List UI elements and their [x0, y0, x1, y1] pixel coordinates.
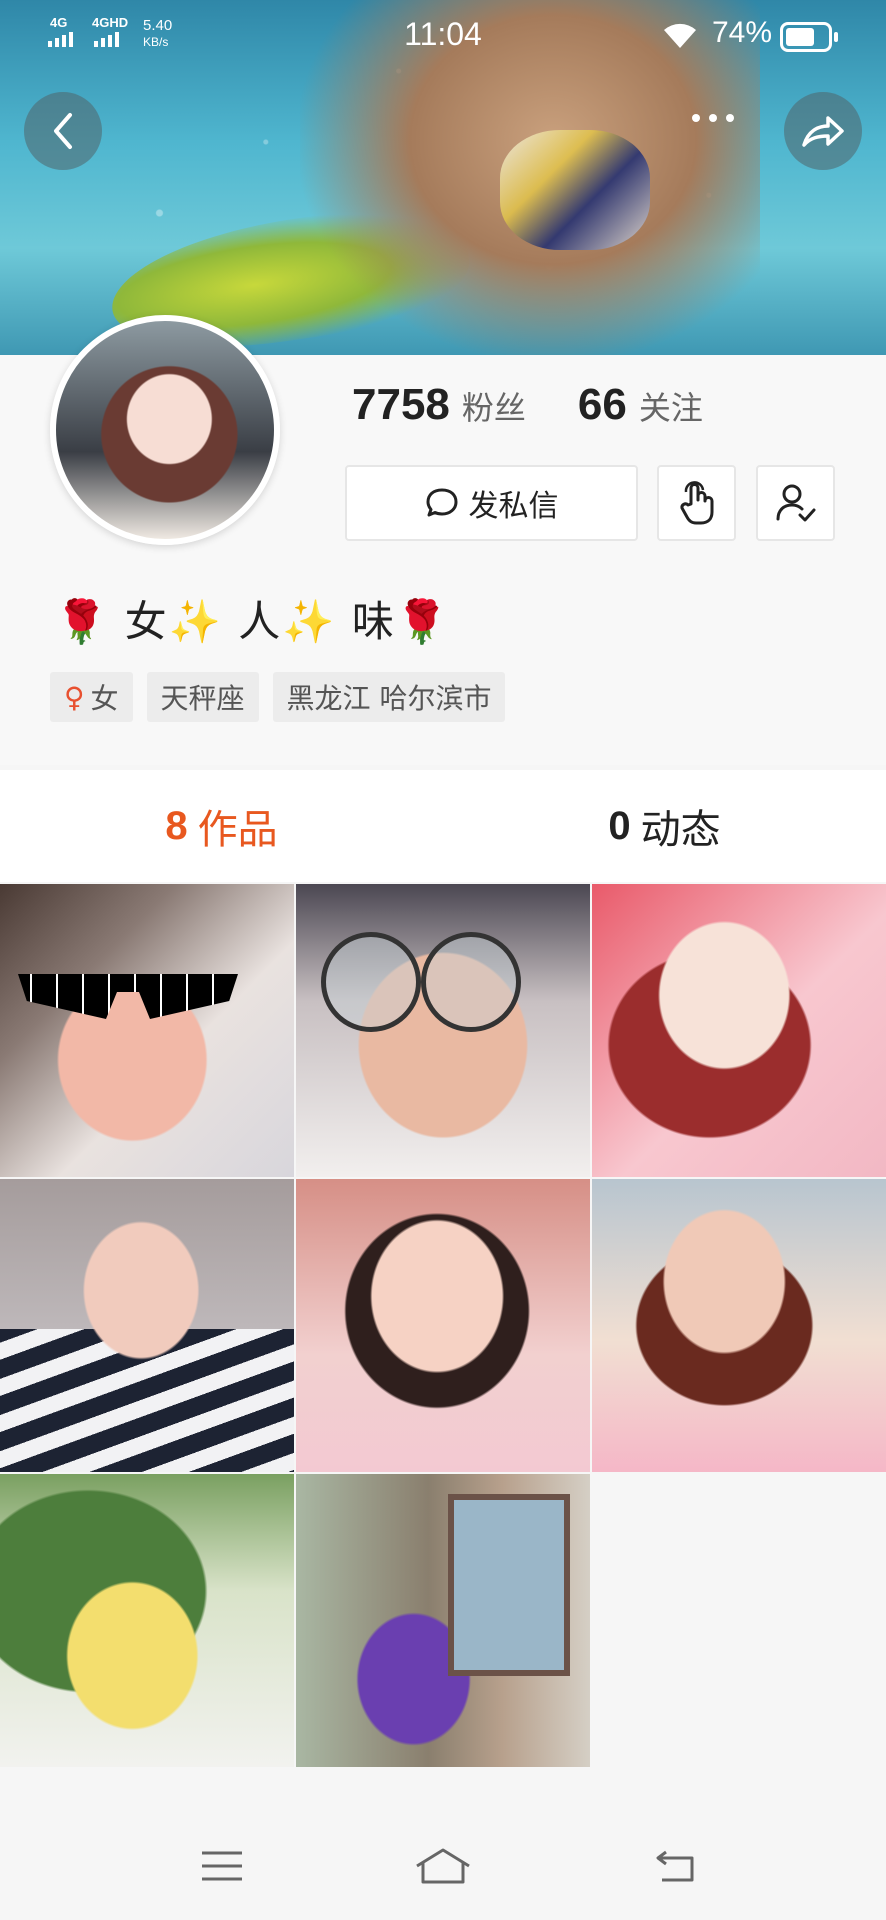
- back-return-icon: [656, 1850, 694, 1882]
- pixel-sunglasses: [18, 974, 238, 1019]
- home-button[interactable]: [413, 1838, 473, 1894]
- tab-moments[interactable]: 0 动态: [443, 770, 886, 882]
- hand-tap-icon: [679, 481, 713, 525]
- wifi-icon: [664, 23, 696, 48]
- menu-button[interactable]: [192, 1838, 252, 1894]
- avatar[interactable]: [50, 315, 280, 545]
- video-thumbnail[interactable]: [296, 1474, 590, 1767]
- video-thumbnail[interactable]: [0, 1474, 294, 1767]
- following-stat[interactable]: 66 关注: [578, 380, 703, 430]
- video-thumbnail[interactable]: [592, 884, 886, 1177]
- content-tabs: 8 作品 0 动态: [0, 770, 886, 882]
- tag-location: 黑龙江 哈尔滨市: [272, 672, 506, 722]
- nickname: 🌹 女✨ 人✨ 味🌹: [55, 597, 451, 646]
- video-thumbnail[interactable]: [0, 1179, 294, 1472]
- video-thumbnail[interactable]: [296, 1179, 590, 1472]
- more-button[interactable]: [692, 114, 734, 122]
- system-nav-bar: [0, 1810, 886, 1920]
- battery-percent: 74%: [712, 16, 773, 49]
- send-message-label: 发私信: [468, 489, 559, 524]
- video-thumbnail[interactable]: [296, 884, 590, 1177]
- following-count: 66: [577, 380, 627, 429]
- share-button[interactable]: [784, 92, 862, 170]
- video-thumbnail[interactable]: [592, 1179, 886, 1472]
- works-grid: [0, 884, 886, 1767]
- profile-stats: 7758 粉丝 66 关注: [352, 380, 703, 430]
- back-button[interactable]: [24, 92, 102, 170]
- tag-constellation: 天秤座: [146, 672, 259, 722]
- status-bar: 4G 4GHD 5.40 KB/s 11:04 74%: [0, 0, 886, 70]
- tag-gender: ♀ 女: [50, 672, 133, 722]
- chat-bubble-icon: [426, 488, 457, 517]
- share-arrow-icon: [802, 116, 844, 147]
- profile-tags: ♀ 女 天秤座 黑龙江 哈尔滨市: [50, 672, 506, 722]
- home-icon: [416, 1848, 470, 1884]
- cover-swimsuit: [500, 130, 650, 250]
- tab-works[interactable]: 8 作品: [0, 770, 443, 882]
- chevron-left-icon: [54, 113, 72, 149]
- cover-image[interactable]: 4G 4GHD 5.40 KB/s 11:04 74%: [0, 0, 886, 355]
- followers-label: 粉丝: [461, 389, 526, 427]
- video-thumbnail[interactable]: [0, 884, 294, 1177]
- back-nav-button[interactable]: [646, 1838, 706, 1894]
- send-message-button[interactable]: 发私信: [345, 465, 638, 541]
- more-dots-icon: [692, 114, 700, 122]
- user-check-icon: [776, 484, 815, 522]
- menu-icon: [202, 1851, 242, 1881]
- following-label: 关注: [638, 389, 703, 427]
- battery-icon: [780, 22, 838, 52]
- poke-button[interactable]: [657, 465, 736, 541]
- female-icon: ♀: [64, 680, 85, 714]
- followers-count: 7758: [352, 380, 450, 429]
- followers-stat[interactable]: 7758 粉丝: [352, 380, 526, 430]
- follow-button[interactable]: [756, 465, 835, 541]
